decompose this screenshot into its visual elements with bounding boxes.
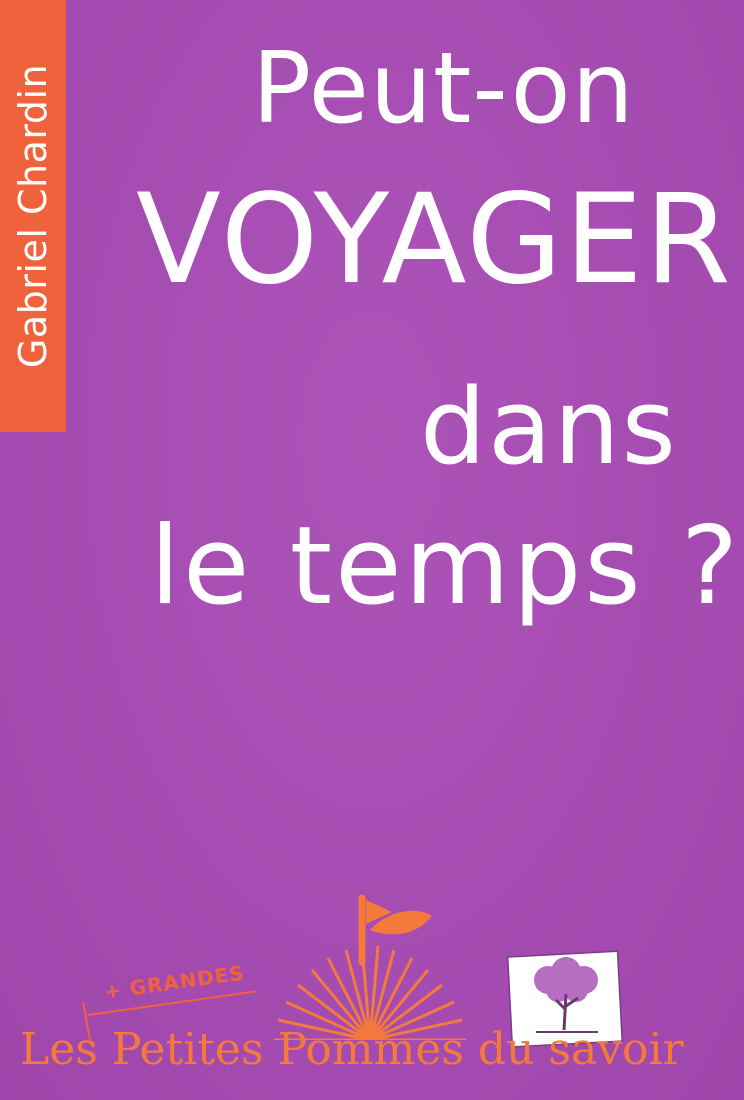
- sun-apple-logo-icon: [274, 894, 466, 1040]
- book-cover: Gabriel Chardin Peut-on VOYAGER dans le …: [0, 0, 744, 1100]
- title-line-1: Peut-on: [252, 32, 635, 146]
- title-line-4: le temps ?: [150, 504, 742, 629]
- author-band: Gabriel Chardin: [0, 0, 66, 432]
- collection-name: Les Petites Pommes du savoir: [20, 1024, 684, 1075]
- title-line-2: VOYAGER: [136, 168, 733, 312]
- author-name: Gabriel Chardin: [11, 63, 55, 369]
- title-line-3: dans: [420, 366, 678, 488]
- age-badge: + GRANDES: [102, 960, 247, 1004]
